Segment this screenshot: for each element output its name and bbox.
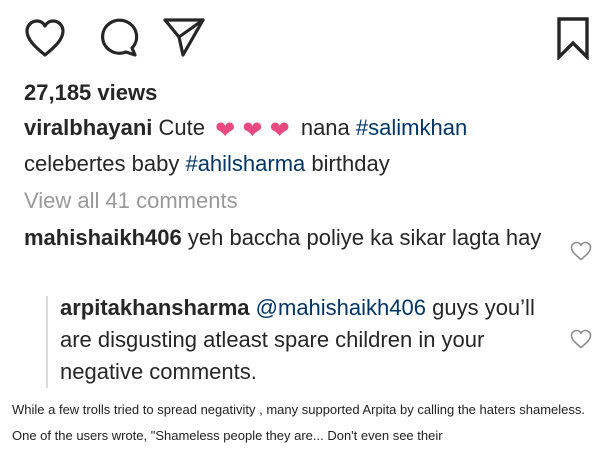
mention-link[interactable]: @mahishaikh406 (256, 295, 426, 320)
speech-bubble-icon[interactable] (97, 18, 139, 58)
hashtag-link[interactable]: #salimkhan (356, 115, 467, 140)
caption-text: Cute (158, 115, 205, 140)
view-all-comments-link[interactable]: View all 41 comments (24, 188, 238, 214)
heart-emoji-icon: ❤ (215, 117, 236, 144)
instagram-post: 27,185 views viralbhayani Cute ❤ ❤ ❤ nan… (0, 0, 600, 390)
comment: mahishaikh406 yeh baccha poliye ka sikar… (24, 221, 544, 254)
caption-text: nana (300, 115, 350, 140)
comment-username[interactable]: mahishaikh406 (24, 225, 182, 250)
heart-emoji-icon: ❤ (242, 117, 263, 144)
reply-username[interactable]: arpitakhansharma (60, 295, 250, 320)
action-bar (24, 16, 599, 64)
hashtag-link[interactable]: #ahilsharma (185, 151, 305, 176)
reply-thread-line (46, 296, 48, 388)
caption-username[interactable]: viralbhayani (24, 115, 152, 140)
caption-text: birthday (311, 151, 390, 176)
heart-outline-icon[interactable] (24, 18, 66, 58)
heart-emoji-group: ❤ ❤ ❤ (215, 114, 291, 147)
bookmark-icon[interactable] (555, 16, 591, 60)
comment-like-heart-icon[interactable] (570, 241, 592, 266)
comment-text: yeh baccha poliye ka sikar lagta hay (187, 225, 542, 250)
paper-plane-icon[interactable] (162, 16, 206, 58)
reply-like-heart-icon[interactable] (570, 329, 592, 354)
heart-emoji-icon: ❤ (269, 117, 290, 144)
view-count[interactable]: 27,185 views (24, 80, 157, 106)
post-caption: viralbhayani Cute ❤ ❤ ❤ nana #salimkhan … (24, 111, 584, 180)
article-paragraph: While a few trolls tried to spread negat… (12, 402, 586, 443)
reply-comment: arpitakhansharma @mahishaikh406 guys you… (60, 292, 555, 388)
caption-text: celebertes baby (24, 151, 180, 176)
